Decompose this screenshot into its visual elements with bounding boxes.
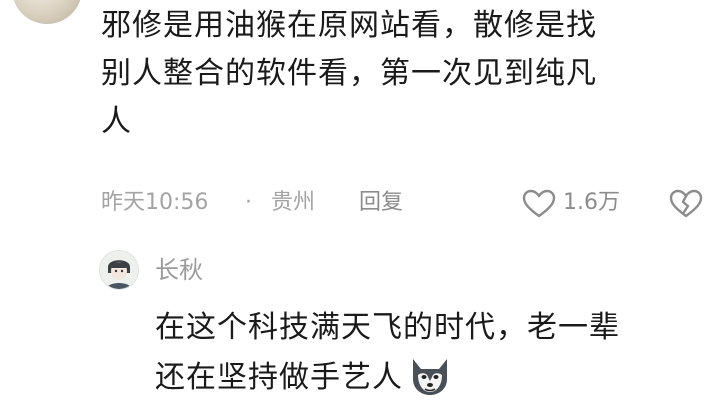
comment-thread: 邪修是用油猴在原网站看，散修是找 别人整合的软件看，第一次见到纯凡 人 昨天10…: [0, 0, 720, 405]
heart-outline-icon[interactable]: [522, 189, 556, 219]
comment-line: 别人整合的软件看，第一次见到纯凡: [101, 56, 597, 91]
reply-avatar[interactable]: [99, 250, 139, 290]
like-count: 1.6万: [563, 190, 620, 215]
anime-avatar-icon: [100, 251, 138, 289]
reply-line: 还在坚持做手艺人: [155, 353, 715, 403]
comment-time: 昨天10:56: [101, 190, 209, 215]
comment-line: 邪修是用油猴在原网站看，散修是找: [101, 8, 597, 43]
comment-body: 邪修是用油猴在原网站看，散修是找 别人整合的软件看，第一次见到纯凡 人: [101, 2, 701, 146]
reply-line: 在这个科技满天飞的时代，老一辈: [155, 310, 620, 345]
comment-location: 贵州: [271, 190, 316, 215]
commenter-avatar[interactable]: [12, 0, 82, 24]
reply-username[interactable]: 长秋: [155, 252, 203, 288]
reply-button[interactable]: 回复: [359, 185, 403, 221]
comment-line: 人: [101, 104, 132, 139]
meta-separator: ·: [245, 190, 252, 215]
reply-line-text: 还在坚持做手艺人: [155, 360, 403, 395]
comment-meta: 昨天10:56 · 贵州 回复 1.6万: [101, 185, 703, 221]
reply-body: 在这个科技满天飞的时代，老一辈 还在坚持做手艺人: [155, 303, 715, 403]
wolf-face-emoji-icon: [413, 359, 447, 395]
broken-heart-icon[interactable]: [669, 189, 703, 219]
